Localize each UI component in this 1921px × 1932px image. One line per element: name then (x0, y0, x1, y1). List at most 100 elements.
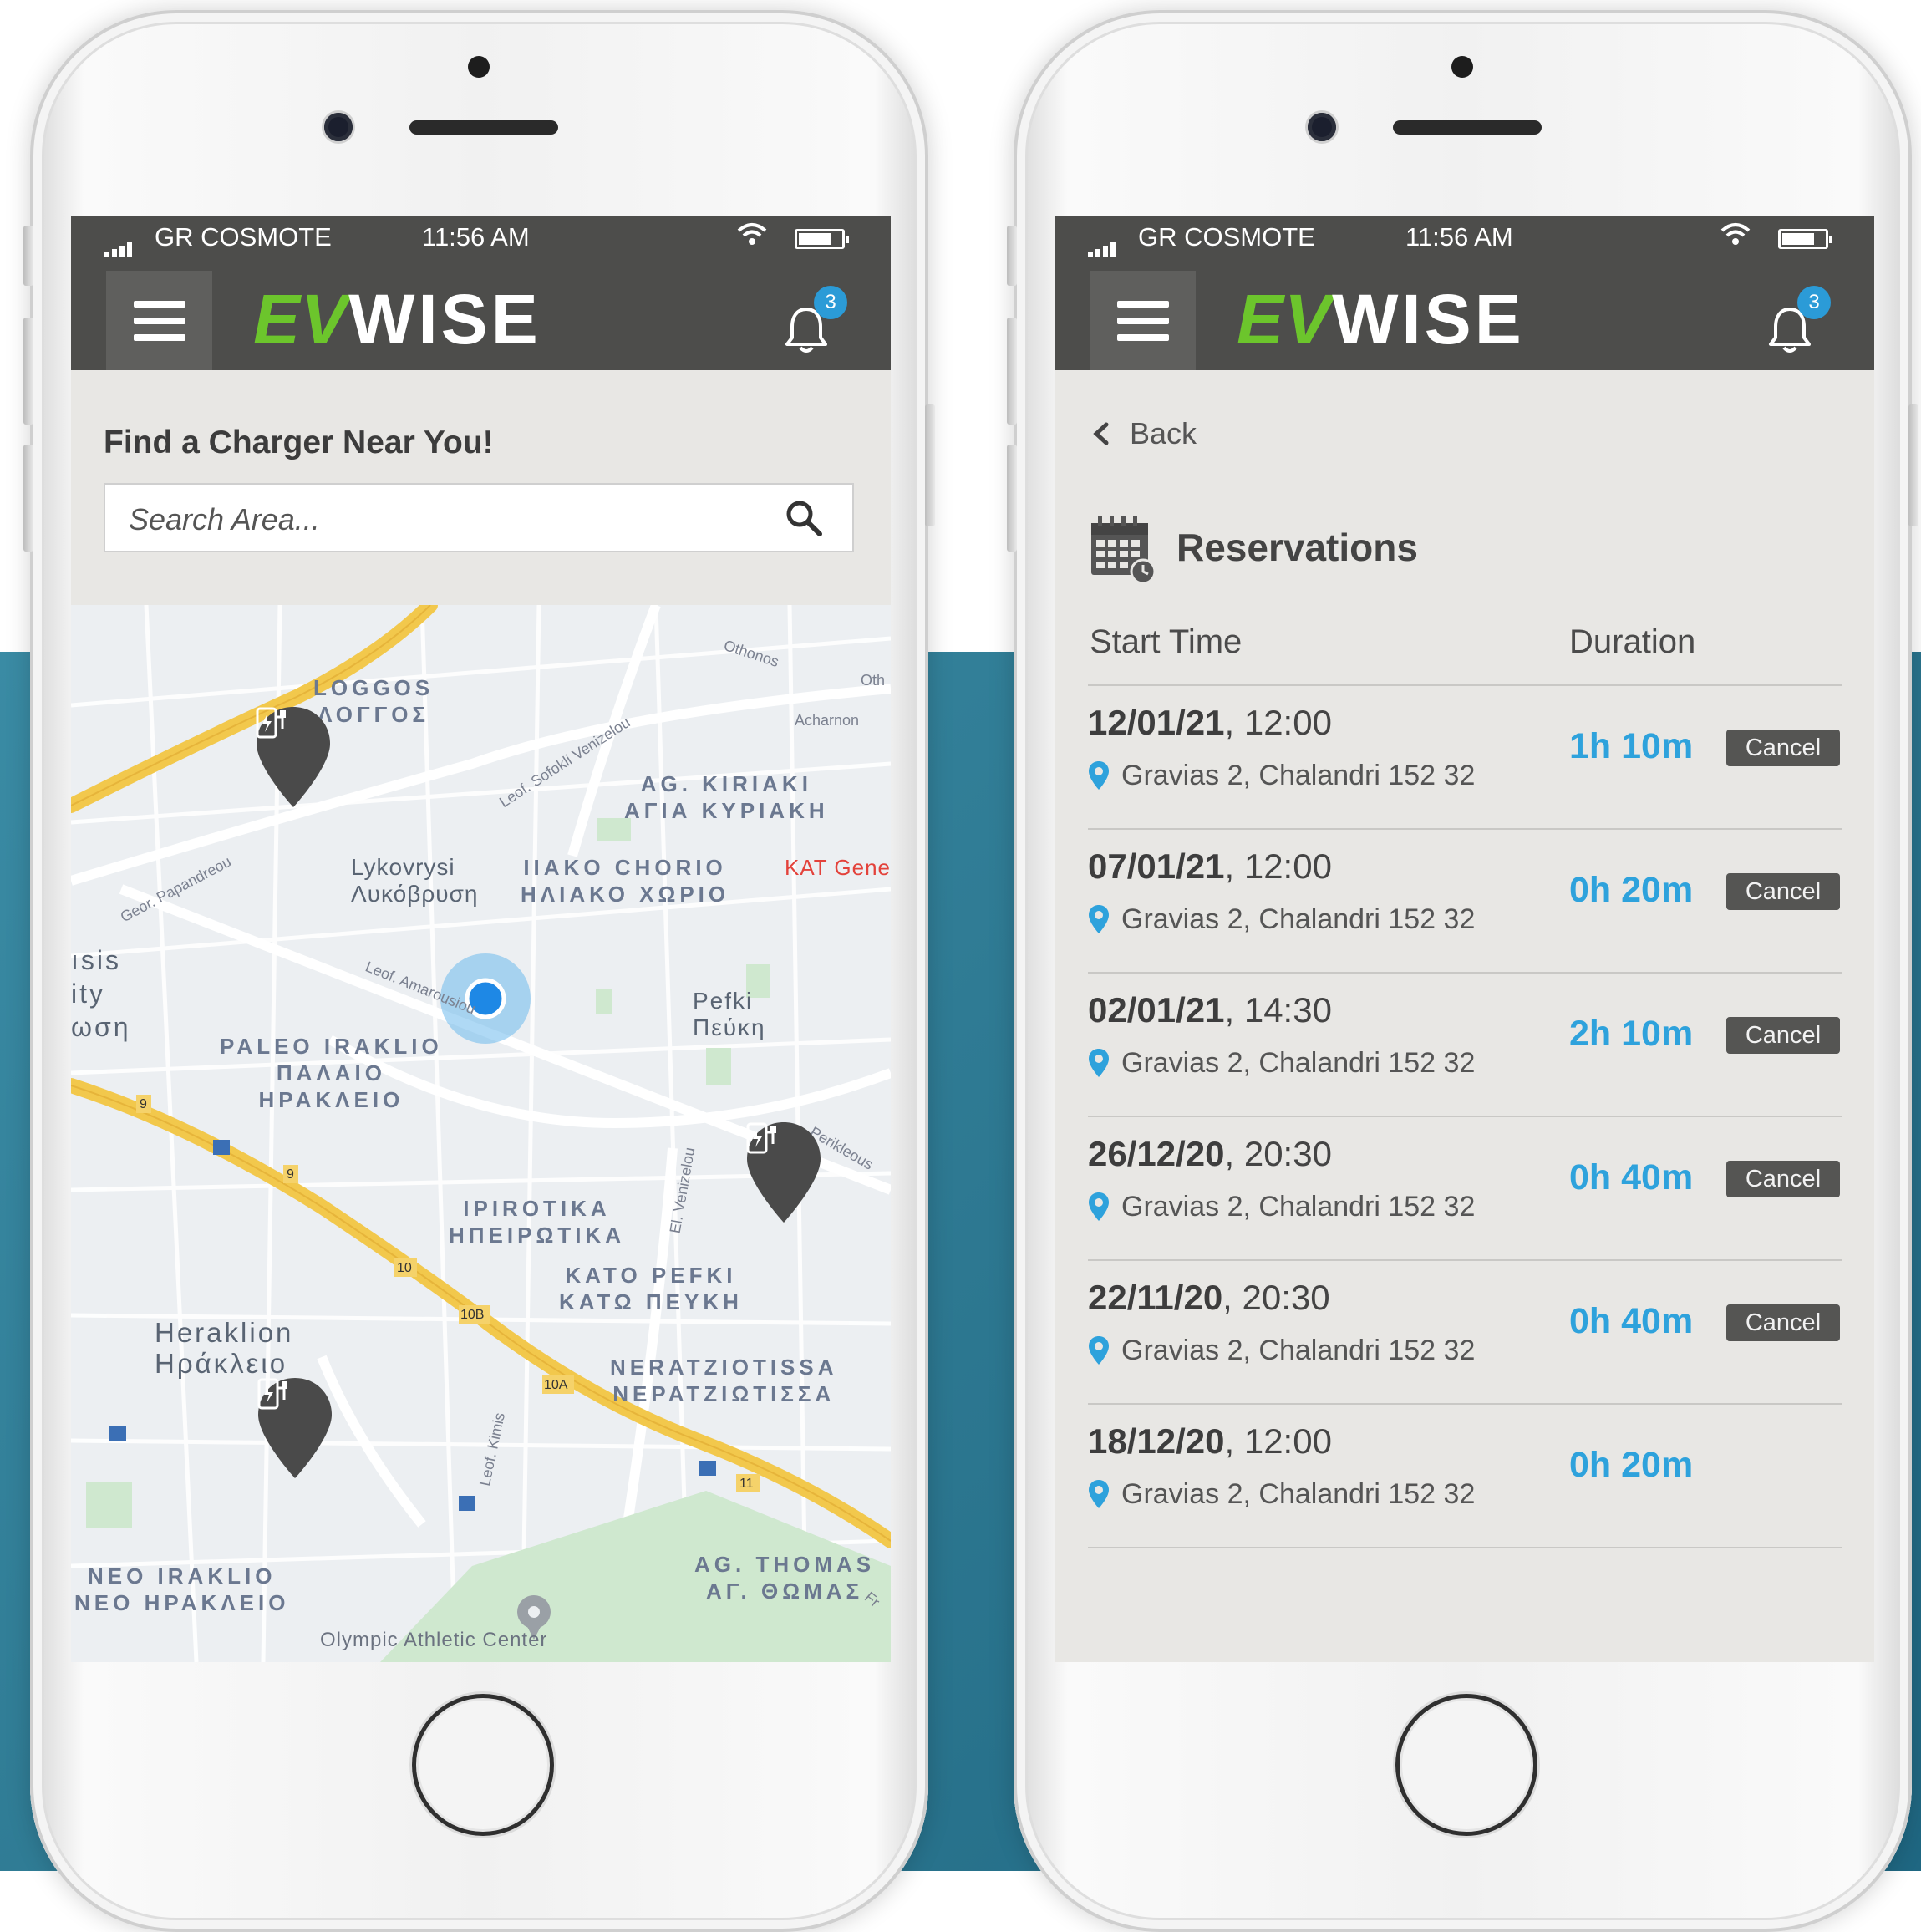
reservation-duration: 2h 10m (1569, 1014, 1694, 1054)
road-shield-11: 11 (739, 1477, 754, 1491)
logo-ev: EV (1237, 280, 1333, 358)
location-pin-icon (1089, 1480, 1109, 1508)
charger-pin[interactable] (257, 1376, 333, 1480)
reservation-row: 26/12/20, 20:30 Gravias 2, Chalandri 152… (1088, 1116, 1842, 1261)
phone-frame-right: GR COSMOTE 11:56 AM EVWISE 3 Back Reserv… (1007, 10, 1918, 1932)
notification-badge[interactable]: 3 (1797, 286, 1831, 319)
reservation-start: 12/01/21, 12:00 (1088, 703, 1332, 743)
home-button[interactable] (412, 1694, 554, 1836)
front-camera (324, 113, 353, 141)
logo-wise: WISE (348, 280, 541, 358)
column-header-duration: Duration (1569, 623, 1696, 660)
front-sensor (468, 56, 490, 78)
back-label: Back (1130, 416, 1197, 450)
location-pin-icon (1089, 1192, 1109, 1221)
menu-line (134, 318, 185, 324)
map-label-iliako: IIAKO CHORIO ΗΛΙΑΚΟ ΧΩΡΙΟ (521, 854, 729, 908)
reservation-time: , 20:30 (1224, 1134, 1332, 1173)
map-label-neratziotissa: NERATZIOTISSA ΝΕΡΑΤΖΙΩΤΙΣΣΑ (610, 1354, 838, 1407)
map-label-kato-pefki: KATO PEFKI ΚΑΤΩ ΠΕΥΚΗ (559, 1262, 743, 1315)
map-label-text: Lykovrysi Λυκόβρυση (351, 854, 479, 907)
map-label-text: Olympic Athletic Center (320, 1629, 548, 1651)
reservation-start: 22/11/20, 20:30 (1088, 1278, 1330, 1318)
road-shield-9a: 9 (140, 1097, 147, 1111)
earpiece-speaker (1393, 120, 1542, 135)
evwise-logo: EVWISE (1237, 284, 1525, 354)
volume-up-button (1007, 318, 1017, 425)
map-view[interactable]: 9 9 10 10B 10A 11 LOGGOS ΛΟΓΓΟΣ AG. KIRI… (71, 605, 891, 1662)
back-button[interactable]: Back (1090, 416, 1197, 451)
road-shield-10: 10 (397, 1261, 412, 1275)
map-label-heraklion: Heraklion Ηράκλειο (155, 1317, 293, 1379)
road-shield-10a: 10A (544, 1378, 568, 1392)
column-header-start: Start Time (1090, 623, 1243, 660)
charging-station-icon (256, 707, 286, 739)
app-header: EVWISE 3 (1055, 257, 1874, 370)
logo-ev: EV (253, 280, 349, 358)
cancel-button[interactable]: Cancel (1726, 1304, 1840, 1341)
map-label-text: Pefki Πεύκη (693, 988, 766, 1040)
phone-frame-left: GR COSMOTE 11:56 AM EVWISE 3 Find a Char… (23, 10, 935, 1932)
reservation-date: 02/01/21 (1088, 990, 1225, 1030)
charger-pin[interactable] (255, 705, 332, 809)
reservation-time: , 20:30 (1222, 1278, 1330, 1317)
map-label-text: KATO PEFKI ΚΑΤΩ ΠΕΥΚΗ (559, 1263, 743, 1314)
reservation-row: 22/11/20, 20:30 Gravias 2, Chalandri 152… (1088, 1259, 1842, 1405)
search-icon[interactable] (784, 498, 824, 538)
map-label-ipirotika: IPIROTIKA ΗΠΕΙΡΩΤΙΚΑ (449, 1195, 625, 1248)
power-button (1908, 404, 1918, 526)
reservation-date: 12/01/21 (1088, 703, 1225, 742)
reservation-row: 02/01/21, 14:30 Gravias 2, Chalandri 152… (1088, 972, 1842, 1117)
reservation-date: 26/12/20 (1088, 1134, 1225, 1173)
map-label-text: KAT Gene (785, 855, 891, 880)
map-label-text: IIAKO CHORIO ΗΛΙΑΚΟ ΧΩΡΙΟ (521, 855, 730, 907)
cancel-button[interactable]: Cancel (1726, 730, 1840, 766)
reservation-duration: 0h 20m (1569, 1445, 1694, 1485)
location-pin-icon (1089, 1336, 1109, 1365)
cancel-button[interactable]: Cancel (1726, 1017, 1840, 1054)
evwise-logo: EVWISE (253, 284, 541, 354)
menu-line (1117, 301, 1169, 308)
cancel-button[interactable]: Cancel (1726, 873, 1840, 910)
street-acharnon: Acharnon (795, 712, 860, 729)
location-pin-icon (1089, 1049, 1109, 1077)
signal-icon (104, 229, 135, 259)
search-input[interactable] (127, 496, 774, 543)
reservation-address: Gravias 2, Chalandri 152 32 (1121, 1047, 1476, 1079)
cancel-button[interactable]: Cancel (1726, 1161, 1840, 1197)
reservation-address: Gravias 2, Chalandri 152 32 (1121, 1191, 1476, 1223)
reservations-screen: GR COSMOTE 11:56 AM EVWISE 3 Back Reserv… (1055, 216, 1874, 1662)
wifi-icon (1719, 219, 1752, 257)
reservation-start: 02/01/21, 14:30 (1088, 990, 1332, 1030)
reservation-time: , 12:00 (1224, 703, 1332, 742)
location-pin-icon (1089, 905, 1109, 933)
map-label-text: PALEO IRAKLIO ΠΑΛΑΙΟ ΗΡΑΚΛΕΙΟ (220, 1034, 443, 1112)
chevron-left-icon (1093, 422, 1109, 445)
reservation-date: 22/11/20 (1088, 1278, 1223, 1317)
volume-up-button (23, 318, 33, 425)
reservation-address: Gravias 2, Chalandri 152 32 (1121, 1335, 1476, 1366)
reservation-row: 12/01/21, 12:00 Gravias 2, Chalandri 152… (1088, 684, 1842, 830)
menu-line (134, 334, 185, 341)
reservation-duration: 0h 40m (1569, 1157, 1694, 1197)
map-label-text: NERATZIOTISSA ΝΕΡΑΤΖΙΩΤΙΣΣΑ (610, 1355, 838, 1406)
app-header: EVWISE 3 (71, 257, 891, 370)
charger-pin[interactable] (745, 1121, 822, 1224)
charging-station-icon (746, 1122, 776, 1154)
street-oth: Oth (861, 672, 886, 689)
earpiece-speaker (409, 120, 558, 135)
reservation-address: Gravias 2, Chalandri 152 32 (1121, 760, 1476, 791)
reservation-duration: 1h 10m (1569, 726, 1694, 766)
notification-badge[interactable]: 3 (814, 286, 847, 319)
reservation-address: Gravias 2, Chalandri 152 32 (1121, 903, 1476, 935)
reservation-date: 07/01/21 (1088, 847, 1225, 886)
home-button[interactable] (1395, 1694, 1537, 1836)
page-title: Find a Charger Near You! (104, 425, 494, 460)
reservation-row: 18/12/20, 12:00 Gravias 2, Chalandri 152… (1088, 1403, 1842, 1548)
charger-finder-screen: GR COSMOTE 11:56 AM EVWISE 3 Find a Char… (71, 216, 891, 1662)
hamburger-menu-button[interactable] (1090, 271, 1196, 370)
map-label-ag-thomas: AG. THOMAS ΑΓ. ΘΩΜΑΣ (694, 1551, 875, 1604)
power-button (925, 404, 935, 526)
calendar-clock-icon (1091, 516, 1156, 585)
hamburger-menu-button[interactable] (106, 271, 212, 370)
